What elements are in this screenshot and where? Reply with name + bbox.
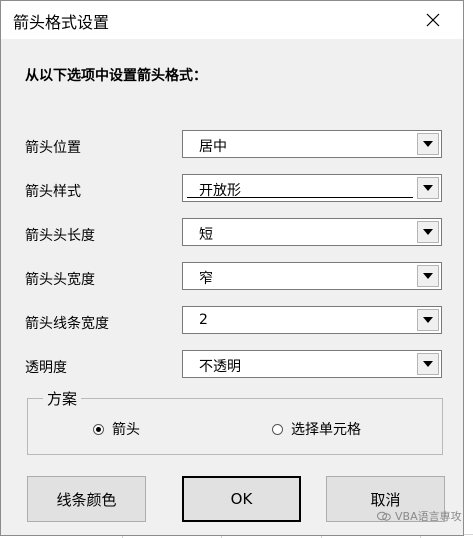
radio-arrow-label: 箭头 (112, 422, 140, 438)
triangle-down-icon (423, 141, 433, 147)
arrowhead-width-value: 窄 (199, 271, 213, 287)
arrow-line-width-select[interactable]: 2 (182, 306, 442, 334)
watermark: VBA语言専攻 (377, 508, 462, 524)
arrow-style-label: 箭头样式 (25, 184, 81, 200)
dropdown-button[interactable] (417, 177, 439, 199)
title-bar: 箭头格式设置 (1, 1, 463, 39)
arrow-position-label: 箭头位置 (25, 140, 81, 156)
radio-unselected-icon (272, 423, 283, 435)
watermark-text: VBA语言専攻 (395, 510, 462, 523)
arrow-line-width-value: 2 (199, 312, 208, 328)
wechat-icon (377, 511, 391, 521)
dropdown-button[interactable] (417, 309, 439, 331)
scheme-groupbox (27, 398, 443, 455)
dropdown-button[interactable] (417, 133, 439, 155)
instruction-text: 从以下选项中设置箭头格式： (25, 68, 207, 84)
radio-select-cell[interactable]: 选择单元格 (272, 419, 361, 439)
arrowhead-length-value: 短 (199, 227, 213, 243)
arrow-style-select[interactable]: 开放形 (182, 174, 442, 202)
arrow-format-dialog: 箭头格式设置 从以下选项中设置箭头格式： 箭头位置 居中 箭头样式 开放形 箭头… (0, 0, 464, 536)
radio-selected-icon (93, 423, 104, 435)
radio-select-cell-label: 选择单元格 (291, 422, 361, 438)
triangle-down-icon (423, 273, 433, 279)
triangle-down-icon (423, 229, 433, 235)
dropdown-button[interactable] (417, 353, 439, 375)
line-color-button[interactable]: 线条颜色 (27, 476, 146, 522)
arrowhead-length-select[interactable]: 短 (182, 218, 442, 246)
dropdown-button[interactable] (417, 221, 439, 243)
dialog-title: 箭头格式设置 (13, 13, 110, 32)
close-icon (426, 13, 440, 27)
radio-arrow[interactable]: 箭头 (93, 419, 140, 439)
triangle-down-icon (423, 317, 433, 323)
ok-button[interactable]: OK (182, 476, 301, 522)
transparency-label: 透明度 (25, 360, 67, 376)
triangle-down-icon (423, 185, 433, 191)
transparency-select[interactable]: 不透明 (182, 350, 442, 378)
scheme-legend: 方案 (43, 388, 82, 409)
arrow-line-width-label: 箭头线条宽度 (25, 316, 109, 332)
arrow-position-value: 居中 (199, 139, 227, 155)
transparency-value: 不透明 (199, 359, 241, 375)
arrow-position-select[interactable]: 居中 (182, 130, 442, 158)
dropdown-button[interactable] (417, 265, 439, 287)
arrow-style-value: 开放形 (199, 183, 241, 199)
close-button[interactable] (411, 5, 455, 35)
triangle-down-icon (423, 361, 433, 367)
arrowhead-width-select[interactable]: 窄 (182, 262, 442, 290)
arrowhead-length-label: 箭头头长度 (25, 228, 95, 244)
arrowhead-width-label: 箭头头宽度 (25, 272, 95, 288)
